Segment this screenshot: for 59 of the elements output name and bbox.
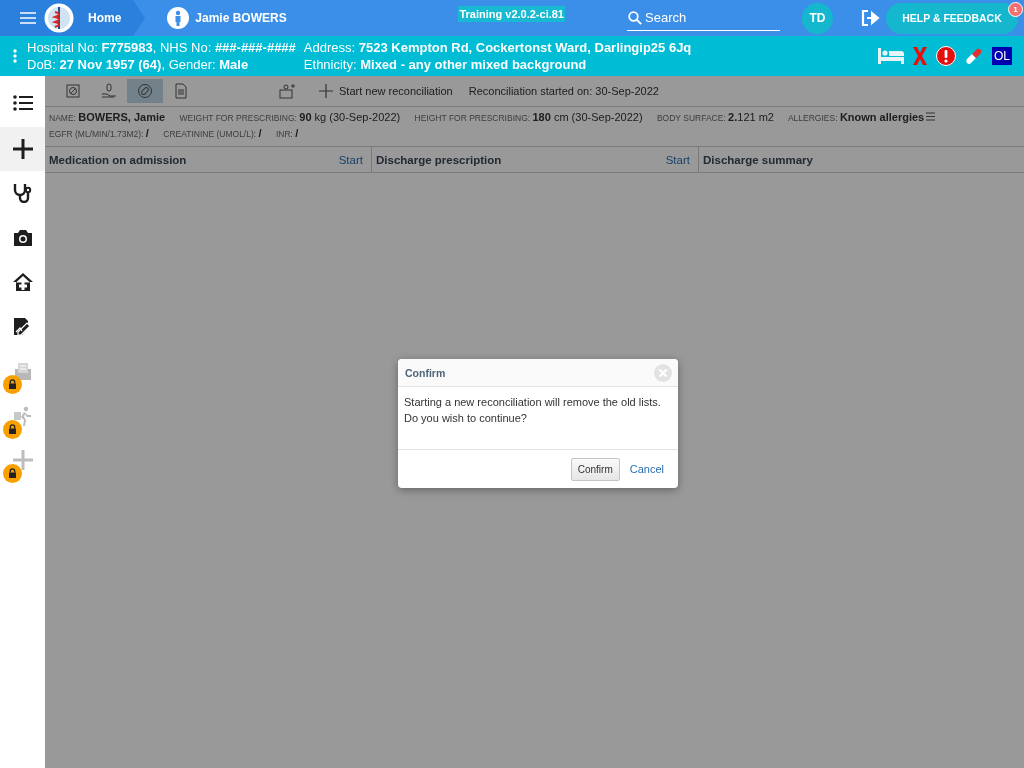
dialog-title: Confirm [405,366,446,379]
menu-icon[interactable] [20,12,36,24]
list-icon[interactable] [926,112,936,121]
column-header: Discharge prescription [376,153,502,166]
camera-icon [12,227,33,248]
hand-icon [101,83,117,99]
column-header: Discharge summary [703,153,813,166]
user-avatar[interactable]: TD [802,2,833,34]
patient-info-field: WEIGHT FOR PRESCRIBING: 90 kg (30-Sep-2022) [179,113,401,123]
house-icon [12,272,33,293]
referral-icon [279,83,295,99]
toolbar-button[interactable] [127,79,163,103]
plus-icon [12,450,33,471]
document-pen-icon [12,316,33,337]
confirm-button[interactable]: Confirm [570,457,620,481]
patient-info-field: HEIGHT FOR PRESCRIBING: 180 cm (30-Sep-2022) [414,113,643,123]
clipboard-icon [12,361,33,382]
stethoscope-icon [12,183,33,204]
sidebar-item[interactable] [0,126,45,171]
pill-icon[interactable] [964,46,984,66]
document-icon [173,83,189,99]
patient-info-field: CREATININE (UMOL/L): / [163,129,262,139]
patient-detail: Address: 7523 Kempton Rd, Cockertonst Ward, Darlingip25 6Jq [303,40,692,55]
logo-icon[interactable] [44,3,74,33]
patient-detail: Hospital No: F775983, NHS No: ###-###-#### [27,40,296,55]
lock-icon [3,464,22,483]
lock-icon [3,375,22,394]
home-link[interactable]: Home [74,11,134,25]
search-field[interactable]: Search [627,5,780,31]
patient-name[interactable]: Jamie BOWERS [189,11,299,25]
notification-badge: 1 [1008,2,1023,17]
patient-detail: Ethnicity: Mixed - any other mixed background [303,57,588,72]
lock-icon [3,419,22,439]
version-label: Training v2.0.2-ci.81 [458,6,565,22]
person-icon [167,7,190,29]
patient-info-field: EGFR (ML/MIN/1.73M2): / [49,129,149,139]
start-link[interactable]: Start [665,153,690,166]
dialog-message: Do you wish to continue? [404,411,528,426]
cross-icon[interactable] [912,47,928,65]
walking-person-icon [12,405,33,426]
patient-info-field: ALLERGIES: Known allergies [787,113,936,123]
patient-detail: DoB: 27 Nov 1957 (64), Gender: Male [27,57,250,72]
reconciliation-date: Reconciliation started on: 30-Sep-2022 [468,85,659,97]
alert-label[interactable]: OL [992,47,1012,65]
patient-info-field: INR: / [275,129,299,139]
tablet-icon [65,83,81,99]
plus-icon [12,138,33,159]
pill-icon [137,83,153,99]
logout-icon[interactable] [861,10,880,26]
start-reconciliation-button[interactable]: Start new reconciliation [319,84,453,98]
cancel-link[interactable]: Cancel [629,463,664,475]
start-link[interactable]: Start [338,153,363,166]
search-icon [628,11,642,25]
warning-icon[interactable] [936,46,956,66]
patient-info-field: NAME: BOWERS, Jamie [49,113,166,123]
dialog-message: Starting a new reconciliation will remove the old lists. [404,395,662,410]
column-header: Medication on admission [49,153,187,166]
patient-info-field: BODY SURFACE: 2.121 m2 [656,113,774,123]
plus-icon [319,84,333,98]
